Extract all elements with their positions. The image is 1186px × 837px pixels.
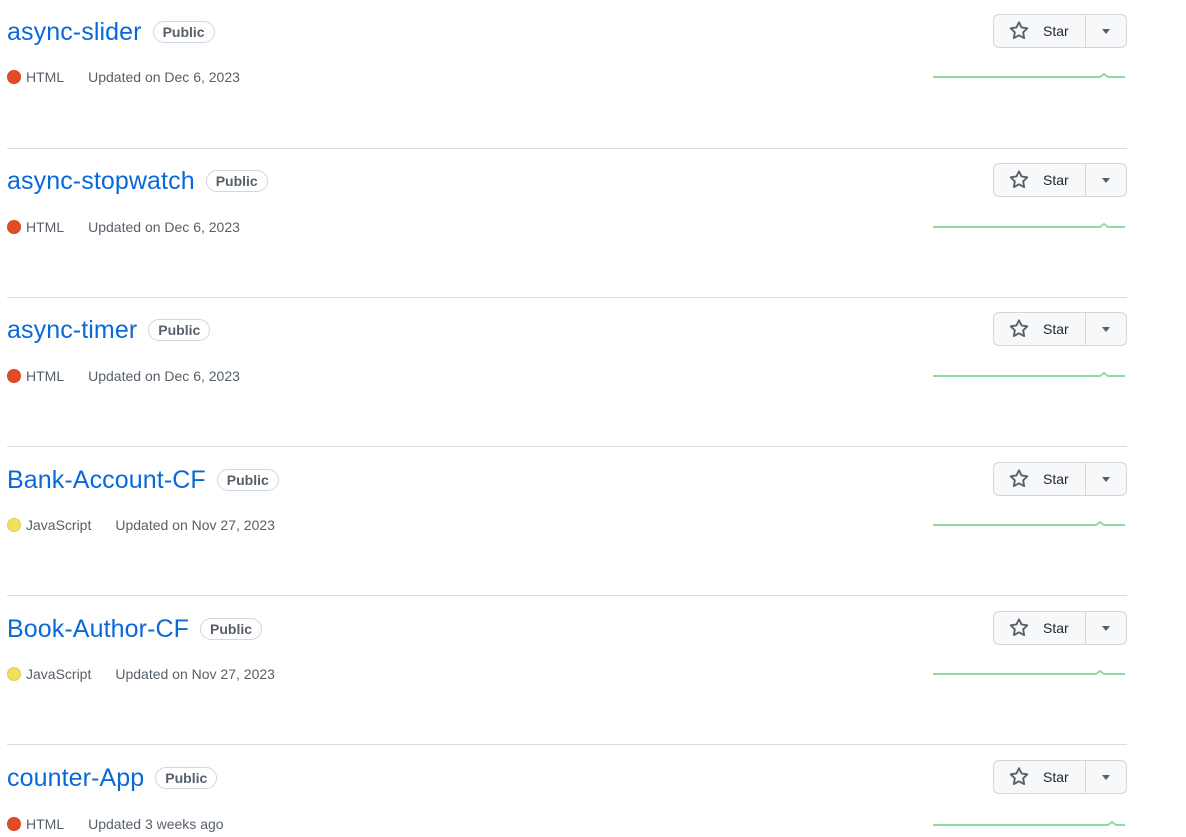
star-icon <box>1009 767 1029 787</box>
repo-item: counter-App Public HTML Updated 3 weeks … <box>0 745 1127 837</box>
activity-sparkline <box>933 669 1125 675</box>
repo-meta: HTML Updated 3 weeks ago <box>7 816 224 832</box>
activity-sparkline <box>933 72 1125 78</box>
language-color-dot <box>7 70 21 84</box>
repo-title: async-timer Public <box>7 315 211 345</box>
star-button-group: Star <box>993 611 1127 645</box>
language-color-dot <box>7 220 21 234</box>
star-button-group: Star <box>993 462 1127 496</box>
star-button-group: Star <box>993 760 1127 794</box>
star-icon <box>1009 618 1029 638</box>
star-button[interactable]: Star <box>994 463 1086 495</box>
caret-down-icon <box>1102 177 1110 183</box>
updated-timestamp: Updated on Dec 6, 2023 <box>88 69 240 85</box>
activity-sparkline <box>933 222 1125 228</box>
caret-down-icon <box>1102 625 1110 631</box>
repo-meta: HTML Updated on Dec 6, 2023 <box>7 69 240 85</box>
visibility-badge: Public <box>155 767 218 789</box>
caret-down-icon <box>1102 326 1110 332</box>
star-label: Star <box>1043 23 1069 39</box>
star-label: Star <box>1043 620 1069 636</box>
star-icon <box>1009 469 1029 489</box>
star-label: Star <box>1043 471 1069 487</box>
activity-sparkline <box>933 371 1125 377</box>
caret-down-icon <box>1102 476 1110 482</box>
caret-down-icon <box>1102 774 1110 780</box>
language-label: HTML <box>26 219 65 235</box>
star-button-group: Star <box>993 14 1127 48</box>
star-icon <box>1009 319 1029 339</box>
repository-list: async-slider Public HTML Updated on Dec … <box>0 0 1186 837</box>
repo-item: async-stopwatch Public HTML Updated on D… <box>0 149 1127 298</box>
star-list-dropdown[interactable] <box>1086 612 1126 644</box>
repo-name-link[interactable]: Bank-Account-CF <box>7 465 206 495</box>
repo-name-link[interactable]: Book-Author-CF <box>7 614 189 644</box>
repo-name-link[interactable]: async-timer <box>7 315 137 345</box>
repo-title: async-slider Public <box>7 17 215 47</box>
updated-timestamp: Updated on Dec 6, 2023 <box>88 368 240 384</box>
star-button[interactable]: Star <box>994 15 1086 47</box>
repo-meta: JavaScript Updated on Nov 27, 2023 <box>7 666 275 682</box>
repo-name-link[interactable]: counter-App <box>7 763 144 793</box>
star-label: Star <box>1043 769 1069 785</box>
star-button-group: Star <box>993 163 1127 197</box>
repo-name-link[interactable]: async-stopwatch <box>7 166 195 196</box>
repo-title: Book-Author-CF Public <box>7 614 263 644</box>
star-icon <box>1009 170 1029 190</box>
visibility-badge: Public <box>205 170 268 192</box>
updated-timestamp: Updated on Nov 27, 2023 <box>115 517 275 533</box>
star-button[interactable]: Star <box>994 612 1086 644</box>
language-color-dot <box>7 667 21 681</box>
language-label: HTML <box>26 816 65 832</box>
language-label: JavaScript <box>26 517 92 533</box>
updated-timestamp: Updated on Nov 27, 2023 <box>115 666 275 682</box>
repo-meta: JavaScript Updated on Nov 27, 2023 <box>7 517 275 533</box>
star-button[interactable]: Star <box>994 164 1086 196</box>
visibility-badge: Public <box>148 319 211 341</box>
star-list-dropdown[interactable] <box>1086 15 1126 47</box>
visibility-badge: Public <box>216 469 279 491</box>
repo-title: Bank-Account-CF Public <box>7 465 279 495</box>
star-button[interactable]: Star <box>994 761 1086 793</box>
language-color-dot <box>7 817 21 831</box>
repo-item: Book-Author-CF Public JavaScript Updated… <box>0 596 1127 745</box>
star-button[interactable]: Star <box>994 313 1086 345</box>
repo-meta: HTML Updated on Dec 6, 2023 <box>7 219 240 235</box>
visibility-badge: Public <box>200 618 263 640</box>
visibility-badge: Public <box>152 21 215 43</box>
language-label: HTML <box>26 368 65 384</box>
language-color-dot <box>7 518 21 532</box>
star-list-dropdown[interactable] <box>1086 463 1126 495</box>
language-label: HTML <box>26 69 65 85</box>
star-label: Star <box>1043 172 1069 188</box>
star-button-group: Star <box>993 312 1127 346</box>
star-icon <box>1009 21 1029 41</box>
star-list-dropdown[interactable] <box>1086 164 1126 196</box>
updated-timestamp: Updated 3 weeks ago <box>88 816 224 832</box>
activity-sparkline <box>933 520 1125 526</box>
repo-item: async-slider Public HTML Updated on Dec … <box>0 0 1127 149</box>
repo-item: async-timer Public HTML Updated on Dec 6… <box>0 298 1127 447</box>
star-label: Star <box>1043 321 1069 337</box>
updated-timestamp: Updated on Dec 6, 2023 <box>88 219 240 235</box>
repo-title: async-stopwatch Public <box>7 166 268 196</box>
language-label: JavaScript <box>26 666 92 682</box>
repo-item: Bank-Account-CF Public JavaScript Update… <box>0 447 1127 596</box>
repo-name-link[interactable]: async-slider <box>7 17 142 47</box>
language-color-dot <box>7 369 21 383</box>
star-list-dropdown[interactable] <box>1086 761 1126 793</box>
activity-sparkline <box>933 820 1125 826</box>
caret-down-icon <box>1102 28 1110 34</box>
star-list-dropdown[interactable] <box>1086 313 1126 345</box>
repo-meta: HTML Updated on Dec 6, 2023 <box>7 368 240 384</box>
repo-title: counter-App Public <box>7 763 218 793</box>
